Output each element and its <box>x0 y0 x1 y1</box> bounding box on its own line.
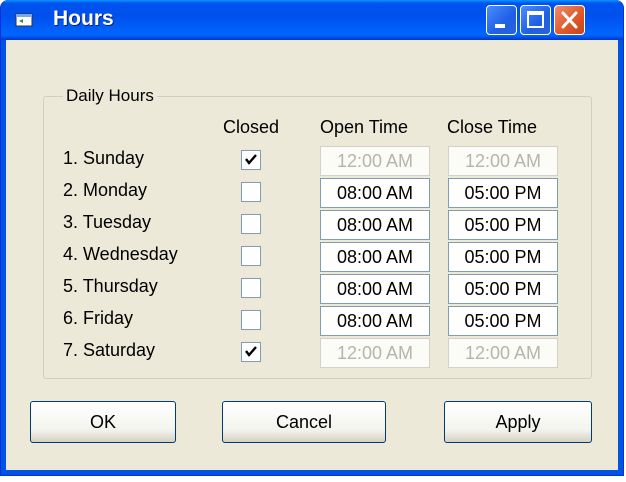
closed-checkbox-saturday[interactable] <box>241 342 261 362</box>
day-label-thursday: 5. Thursday <box>63 276 158 296</box>
minimize-button[interactable] <box>486 5 517 35</box>
open-time-field-monday[interactable]: 08:00 AM <box>320 178 430 208</box>
apply-button[interactable]: Apply <box>444 401 592 443</box>
daily-hours-legend: Daily Hours <box>63 86 157 106</box>
checkmark-icon <box>245 346 257 357</box>
day-label-monday: 2. Monday <box>63 180 148 200</box>
closed-checkbox-tuesday[interactable] <box>241 214 261 234</box>
closed-checkbox-sunday[interactable] <box>241 150 261 170</box>
maximize-button[interactable] <box>520 5 551 35</box>
close-time-field-friday[interactable]: 05:00 PM <box>448 306 558 336</box>
close-icon <box>561 11 578 29</box>
window-title: Hours <box>53 7 114 30</box>
open-time-field-thursday[interactable]: 08:00 AM <box>320 274 430 304</box>
close-time-column-header: Close Time <box>447 117 538 137</box>
open-time-field-sunday[interactable]: 12:00 AM <box>320 146 430 176</box>
close-time-field-tuesday[interactable]: 05:00 PM <box>448 210 558 240</box>
minimize-icon <box>495 24 505 28</box>
closed-checkbox-monday[interactable] <box>241 182 261 202</box>
close-time-field-saturday[interactable]: 12:00 AM <box>448 338 558 368</box>
open-time-field-saturday[interactable]: 12:00 AM <box>320 338 430 368</box>
close-time-field-thursday[interactable]: 05:00 PM <box>448 274 558 304</box>
title-bar[interactable]: Hours <box>1 0 623 40</box>
ok-button[interactable]: OK <box>30 401 176 443</box>
checkmark-icon <box>245 154 257 165</box>
close-time-field-monday[interactable]: 05:00 PM <box>448 178 558 208</box>
open-time-field-wednesday[interactable]: 08:00 AM <box>320 242 430 272</box>
day-label-friday: 6. Friday <box>63 308 134 328</box>
day-label-tuesday: 3. Tuesday <box>63 212 152 232</box>
closed-column-header: Closed <box>223 117 280 137</box>
closed-checkbox-thursday[interactable] <box>241 278 261 298</box>
close-button[interactable] <box>554 5 585 35</box>
open-time-field-tuesday[interactable]: 08:00 AM <box>320 210 430 240</box>
closed-checkbox-wednesday[interactable] <box>241 246 261 266</box>
close-time-field-wednesday[interactable]: 05:00 PM <box>448 242 558 272</box>
maximize-icon <box>527 11 544 28</box>
open-time-field-friday[interactable]: 08:00 AM <box>320 306 430 336</box>
day-label-saturday: 7. Saturday <box>63 340 156 360</box>
day-label-sunday: 1. Sunday <box>63 148 145 168</box>
day-label-wednesday: 4. Wednesday <box>63 244 178 264</box>
app-icon <box>15 13 33 27</box>
open-time-column-header: Open Time <box>320 117 409 137</box>
closed-checkbox-friday[interactable] <box>241 310 261 330</box>
cancel-button[interactable]: Cancel <box>222 401 386 443</box>
close-time-field-sunday[interactable]: 12:00 AM <box>448 146 558 176</box>
